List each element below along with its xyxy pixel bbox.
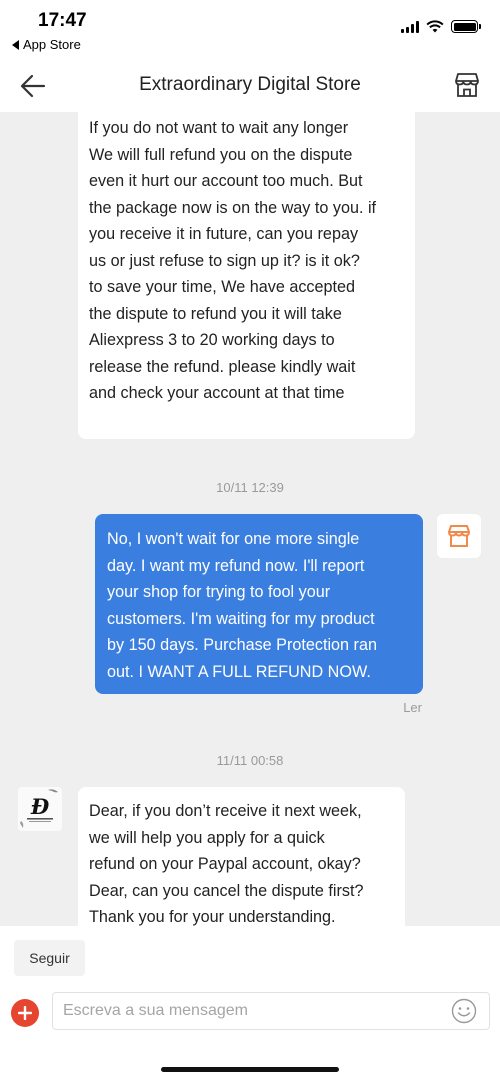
status-icons: [401, 20, 481, 33]
message-line: out. I WANT A FULL REFUND NOW.: [107, 662, 371, 681]
user-avatar[interactable]: [437, 514, 481, 558]
message-bubble-incoming: Dear, if you don’t receive it next week,…: [78, 787, 405, 926]
message-line: by 150 days. Purchase Protection ran: [107, 636, 377, 654]
message-timestamp: 10/11 12:39: [216, 480, 284, 495]
status-bar: 17:47 App Store: [0, 0, 500, 60]
triangle-left-icon: [12, 39, 19, 50]
plus-icon: [18, 1006, 32, 1020]
back-app-label: App Store: [23, 37, 81, 52]
message-line: Aliexpress 3 to 20 working days to: [89, 331, 335, 349]
home-indicator: [161, 1067, 339, 1072]
store-logo-icon: Đ: [18, 787, 62, 831]
message-line: If you do not want to wait any longer: [89, 119, 349, 137]
message-line: to save your time, We have accepted: [89, 278, 356, 296]
smiley-icon[interactable]: [451, 998, 477, 1024]
message-line: No, I won't wait for one more single: [107, 530, 360, 548]
message-line: you receive it in future, can you repay: [89, 225, 359, 243]
seller-avatar[interactable]: Đ: [18, 787, 62, 831]
message-line: the package now is on the way to you. if: [89, 198, 377, 217]
page-title: Extraordinary Digital Store: [139, 74, 361, 95]
message-bubble-incoming: If you do not want to wait any longer We…: [78, 112, 415, 439]
add-attachment-button[interactable]: [11, 999, 39, 1027]
storefront-icon[interactable]: [452, 70, 482, 100]
back-to-app-store-link[interactable]: App Store: [12, 37, 81, 52]
status-time: 17:47: [38, 10, 87, 31]
bottom-bar: Seguir: [0, 926, 500, 1082]
message-line: refund on your Paypal account, okay?: [89, 855, 361, 873]
read-status: Ler: [403, 700, 422, 715]
message-line: your shop for trying to fool your: [107, 583, 331, 601]
message-bubble-outgoing: No, I won't wait for one more single day…: [95, 514, 423, 694]
message-line: us or just refuse to sign up it? is it o…: [89, 251, 360, 270]
message-line: release the refund. please kindly wait: [89, 357, 356, 376]
cellular-signal-icon: [401, 20, 419, 33]
message-timestamp: 11/11 00:58: [216, 753, 284, 768]
message-input-box[interactable]: [52, 992, 490, 1030]
battery-icon: [451, 20, 481, 33]
message-line: customers. I'm waiting for my product: [107, 609, 375, 628]
message-line: Dear, if you don’t receive it next week,: [89, 802, 362, 820]
message-line: Dear, can you cancel the dispute first?: [89, 881, 364, 900]
wifi-icon: [426, 20, 444, 33]
message-input[interactable]: [63, 993, 443, 1029]
message-line: We will full refund you on the dispute: [89, 145, 353, 164]
storefront-icon: [448, 525, 470, 547]
message-line: we will help you apply for a quick: [89, 828, 325, 847]
message-line: the dispute to refund you it will take: [89, 304, 342, 323]
message-line: and check your account at that time: [89, 384, 345, 402]
message-line: Thank you for your understanding.: [89, 908, 336, 926]
chat-area[interactable]: If you do not want to wait any longer We…: [0, 112, 500, 926]
message-line: even it hurt our account too much. But: [89, 172, 363, 190]
message-line: day. I want my refund now. I'll report: [107, 556, 365, 575]
svg-text:Đ: Đ: [30, 794, 50, 819]
follow-button[interactable]: Seguir: [14, 940, 85, 976]
nav-bar: Extraordinary Digital Store: [0, 60, 500, 112]
